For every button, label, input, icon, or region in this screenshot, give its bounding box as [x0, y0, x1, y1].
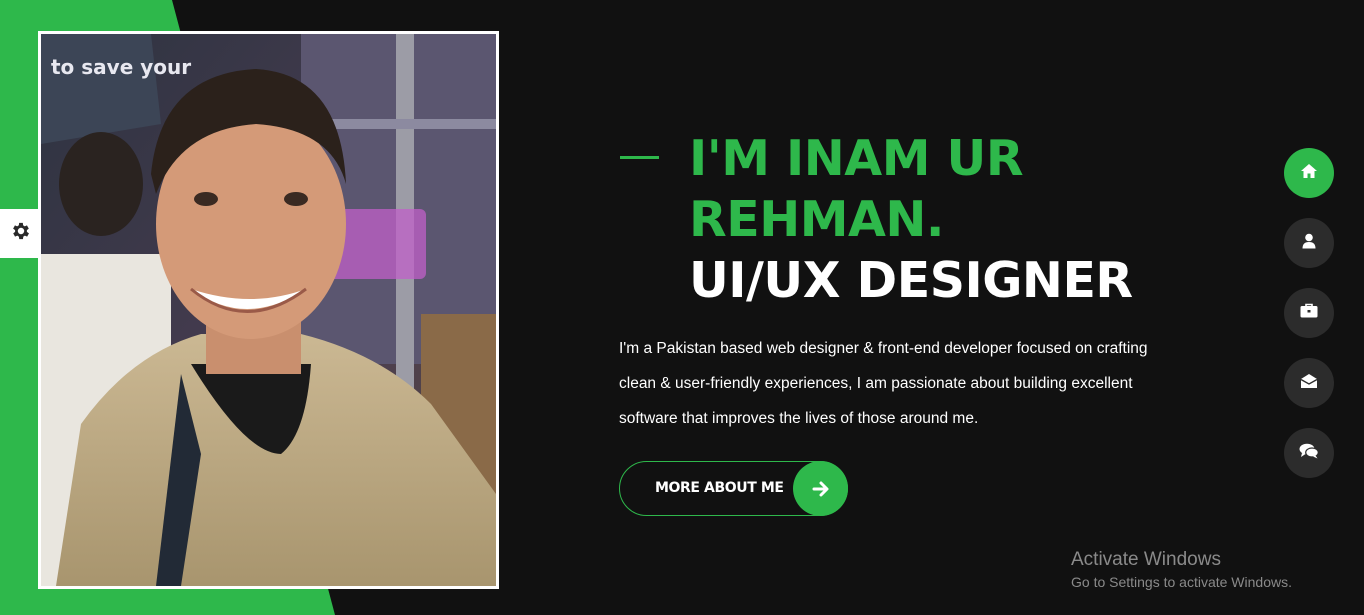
hero-description: I'm a Pakistan based web designer & fron… — [619, 340, 1148, 427]
arrow-right-icon — [793, 461, 848, 516]
more-about-me-label: MORE ABOUT ME — [655, 480, 784, 496]
profile-photo: to save your — [41, 34, 496, 586]
settings-tab[interactable] — [0, 209, 41, 258]
nav-about-button[interactable] — [1284, 218, 1334, 268]
activate-windows-watermark: Activate Windows Go to Settings to activ… — [1071, 548, 1292, 592]
watermark-subtitle: Go to Settings to activate Windows. — [1071, 574, 1292, 590]
user-icon — [1302, 233, 1316, 254]
nav-blog-button[interactable] — [1284, 428, 1334, 478]
home-icon — [1300, 163, 1318, 184]
hero-name: I'M INAM UR REHMAN. — [689, 130, 1024, 248]
nav-home-button[interactable] — [1284, 148, 1334, 198]
nav-contact-button[interactable] — [1284, 358, 1334, 408]
watermark-title: Activate Windows — [1071, 549, 1221, 570]
hero-role: UI/UX DESIGNER — [689, 252, 1133, 309]
side-navigation — [1284, 148, 1334, 498]
more-about-me-button[interactable]: MORE ABOUT ME — [619, 461, 848, 516]
hero-title: I'M INAM UR REHMAN. UI/UX DESIGNER — [689, 128, 1249, 311]
briefcase-icon — [1300, 303, 1318, 323]
background-sign-text: to save your — [51, 55, 191, 79]
nav-portfolio-button[interactable] — [1284, 288, 1334, 338]
comments-icon — [1299, 443, 1319, 464]
title-accent-line — [620, 156, 659, 159]
envelope-open-icon — [1300, 373, 1318, 394]
gear-icon[interactable] — [10, 220, 32, 247]
